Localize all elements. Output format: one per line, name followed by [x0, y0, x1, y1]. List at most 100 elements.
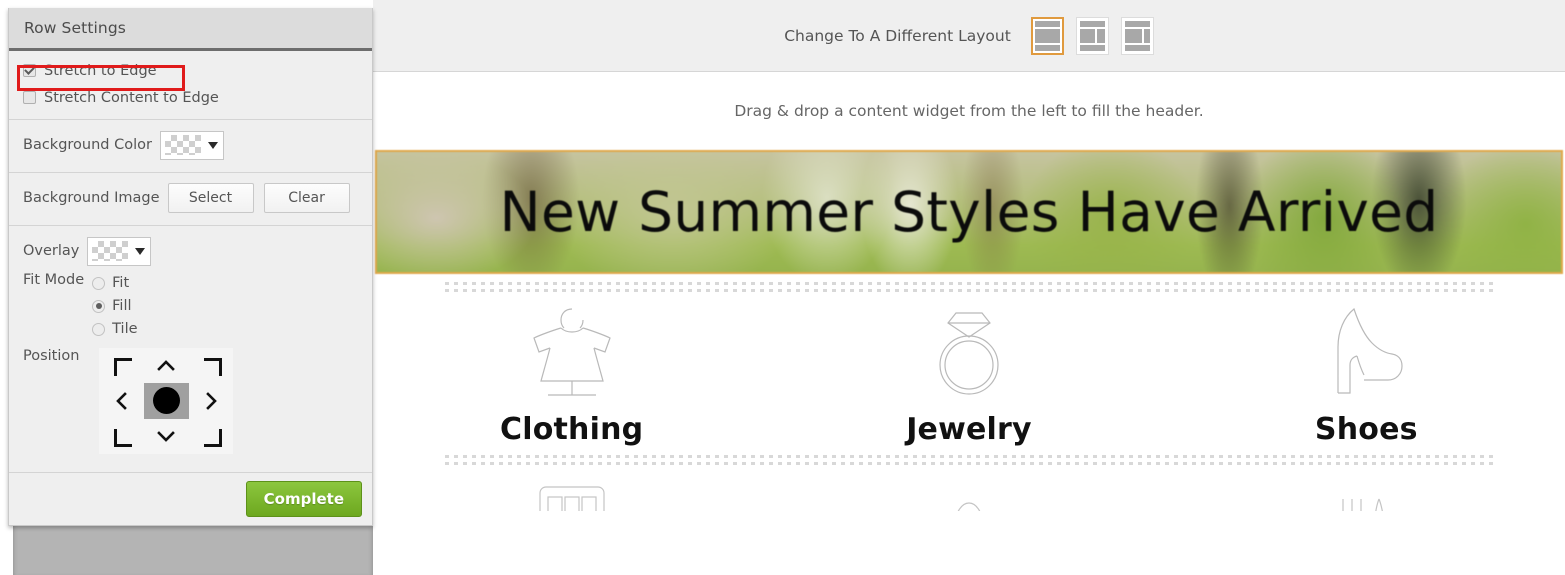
chevron-right-icon: [205, 392, 217, 410]
category-label: Shoes: [1314, 412, 1418, 447]
position-label: Position: [23, 348, 80, 364]
category-item-next-2[interactable]: [770, 481, 1167, 511]
layout-option-two-column-left[interactable]: [1075, 16, 1109, 55]
header-dropzone[interactable]: Drag & drop a content widget from the le…: [373, 72, 1565, 150]
layout-block: [1143, 28, 1150, 43]
layout-option-full-width[interactable]: [1030, 16, 1064, 55]
layout-option-two-column-right[interactable]: [1120, 16, 1154, 55]
position-top-center[interactable]: [144, 348, 189, 383]
panel-title: Row Settings: [24, 19, 126, 37]
background-color-label: Background Color: [23, 137, 152, 153]
layout-top-bar: [1079, 20, 1105, 27]
layout-middle: [1079, 28, 1105, 43]
position-top-right[interactable]: [189, 348, 234, 383]
app-root: Change To A Different Layout Drag & drop…: [0, 0, 1565, 575]
layout-block: [1124, 28, 1142, 43]
layout-block: [1079, 28, 1095, 43]
transparency-swatch: [164, 135, 201, 155]
fit-mode-option-label: Tile: [112, 321, 138, 337]
section-divider-bottom: [445, 453, 1493, 467]
chevron-down-icon: [157, 430, 176, 442]
hero-banner[interactable]: New Summer Styles Have Arrived: [375, 150, 1563, 274]
ring-icon: [923, 304, 1015, 402]
stretch-content-to-edge-label: Stretch Content to Edge: [44, 89, 219, 106]
overlay-row: Overlay: [9, 232, 372, 270]
stretch-to-edge-checkbox[interactable]: [23, 64, 36, 77]
position-row: Position: [9, 348, 372, 464]
layout-block: [1034, 28, 1060, 43]
layout-top-bar: [1124, 20, 1150, 27]
complete-button[interactable]: Complete: [245, 481, 362, 517]
corner-top-left-icon: [114, 358, 133, 377]
background-image-label: Background Image: [23, 190, 160, 206]
position-picker[interactable]: [99, 348, 234, 454]
background-color-row: Background Color: [9, 126, 372, 164]
layout-block: [1096, 28, 1105, 43]
editor-toolbar: Change To A Different Layout: [373, 0, 1565, 72]
fit-mode-option-tile[interactable]: Tile: [92, 318, 138, 340]
tile-radio[interactable]: [92, 322, 106, 336]
chevron-down-icon: [207, 141, 218, 149]
fit-radio[interactable]: [92, 276, 106, 290]
image-options-section: Overlay Fit Mode Fit Fill Tile Position: [9, 226, 372, 472]
layout-middle: [1124, 28, 1150, 43]
position-bottom-center[interactable]: [144, 419, 189, 454]
dress-icon: [526, 304, 618, 402]
fit-mode-option-fill[interactable]: Fill: [92, 295, 137, 317]
high-heel-icon: [1320, 304, 1412, 402]
corner-bottom-left-icon: [114, 428, 133, 447]
fit-mode-option-label: Fit: [112, 275, 130, 291]
layout-top-bar: [1034, 20, 1060, 27]
category-item-shoes[interactable]: Shoes: [1168, 304, 1565, 447]
section-divider-top: [445, 280, 1493, 294]
panel-titlebar: Row Settings: [9, 8, 372, 51]
wardrobe-icon: [539, 486, 605, 511]
chevron-left-icon: [116, 392, 128, 410]
transparency-swatch: [92, 241, 129, 261]
layout-bottom-bar: [1034, 44, 1060, 51]
stretch-content-to-edge-checkbox[interactable]: [23, 91, 36, 104]
hat-icon: [957, 502, 981, 511]
background-color-section: Background Color: [9, 120, 372, 173]
fit-mode-row: Fit Mode Fit Fill Tile: [9, 270, 372, 340]
select-image-button[interactable]: Select: [167, 183, 254, 213]
chevron-down-icon: [135, 247, 146, 255]
category-row-next: [373, 481, 1565, 511]
category-item-clothing[interactable]: Clothing: [373, 304, 770, 447]
row-settings-panel: Row Settings Stretch to Edge Stretch Con…: [8, 8, 373, 526]
layout-bottom-bar: [1079, 44, 1105, 51]
category-item-next-3[interactable]: [1168, 481, 1565, 511]
clear-image-button[interactable]: Clear: [263, 183, 350, 213]
stretch-to-edge-row[interactable]: Stretch to Edge: [9, 57, 372, 84]
category-label: Clothing: [500, 412, 644, 447]
dropzone-label: Drag & drop a content widget from the le…: [734, 102, 1204, 120]
position-bottom-left[interactable]: [99, 419, 144, 454]
fill-radio[interactable]: [92, 299, 106, 313]
stretch-content-to-edge-row[interactable]: Stretch Content to Edge: [9, 84, 372, 111]
fit-mode-options: Fit Fill Tile: [92, 272, 138, 340]
stretch-options-section: Stretch to Edge Stretch Content to Edge: [9, 51, 372, 120]
overlay-label: Overlay: [23, 243, 80, 259]
background-image-section: Background Image Select Clear: [9, 173, 372, 226]
background-image-row: Background Image Select Clear: [9, 179, 372, 217]
chevron-up-icon: [157, 360, 176, 371]
background-color-picker[interactable]: [159, 130, 224, 160]
category-row: Clothing Jewelry Shoes: [373, 294, 1565, 447]
layout-middle: [1034, 28, 1060, 43]
overlay-color-picker[interactable]: [87, 236, 152, 266]
editor-canvas: Change To A Different Layout Drag & drop…: [373, 0, 1565, 575]
position-bottom-right[interactable]: [189, 419, 234, 454]
position-center[interactable]: [144, 383, 189, 419]
position-middle-right[interactable]: [189, 383, 234, 418]
position-top-left[interactable]: [99, 348, 144, 383]
category-item-next-1[interactable]: [373, 481, 770, 511]
position-middle-left[interactable]: [99, 383, 144, 418]
fit-mode-option-label: Fill: [112, 298, 132, 314]
category-item-jewelry[interactable]: Jewelry: [770, 304, 1167, 447]
fit-mode-option-fit[interactable]: Fit: [92, 272, 137, 294]
hero-headline: New Summer Styles Have Arrived: [499, 180, 1439, 244]
category-label: Jewelry: [906, 412, 1032, 447]
corner-bottom-right-icon: [203, 428, 222, 447]
position-center-cell: [144, 383, 189, 419]
panel-footer: Complete: [9, 472, 372, 525]
